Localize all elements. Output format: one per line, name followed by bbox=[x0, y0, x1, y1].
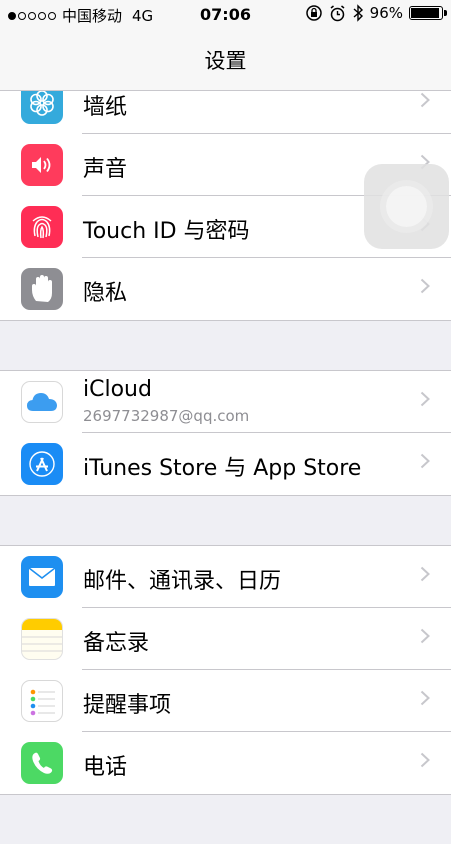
settings-row-reminders[interactable]: 提醒事项 bbox=[0, 670, 451, 732]
bluetooth-icon bbox=[353, 4, 363, 22]
icloud-icon bbox=[21, 381, 63, 423]
settings-row-label: 提醒事项 bbox=[83, 693, 172, 718]
settings-row-notes[interactable]: 备忘录 bbox=[0, 608, 451, 670]
mail-icon bbox=[21, 556, 63, 598]
chevron-right-icon bbox=[420, 690, 430, 706]
settings-row-label: 声音 bbox=[83, 157, 128, 182]
settings-row-label: iTunes Store 与 App Store bbox=[83, 456, 362, 481]
settings-row-itunes-app-store[interactable]: iTunes Store 与 App Store bbox=[0, 433, 451, 495]
settings-group-3: 邮件、通讯录、日历 备忘录 提醒事项 电话 bbox=[0, 545, 451, 795]
battery-icon bbox=[409, 6, 447, 20]
battery-percent: 96% bbox=[369, 4, 403, 22]
settings-row-label: 电话 bbox=[83, 755, 128, 780]
settings-row-label: 隐私 bbox=[83, 281, 128, 306]
rotation-lock-icon bbox=[305, 5, 322, 21]
fingerprint-icon bbox=[21, 206, 63, 248]
assistive-touch-button[interactable] bbox=[364, 164, 449, 249]
reminders-icon bbox=[21, 680, 63, 722]
settings-group-2: iCloud 2697732987@qq.com iTunes Store 与 … bbox=[0, 370, 451, 496]
chevron-right-icon bbox=[420, 391, 430, 407]
status-bar: 中国移动 4G 07:06 96% bbox=[0, 0, 451, 30]
status-right: 96% bbox=[305, 4, 447, 22]
page-title: 设置 bbox=[204, 49, 247, 73]
settings-row-label: iCloud bbox=[83, 377, 152, 402]
sound-icon bbox=[21, 144, 63, 186]
settings-row-label: Touch ID 与密码 bbox=[83, 219, 250, 244]
app-store-icon bbox=[21, 443, 63, 485]
settings-row-privacy[interactable]: 隐私 bbox=[0, 258, 451, 320]
privacy-hand-icon bbox=[21, 268, 63, 310]
notes-icon bbox=[21, 618, 63, 660]
icloud-account-email: 2697732987@qq.com bbox=[83, 407, 250, 425]
settings-row-phone[interactable]: 电话 bbox=[0, 732, 451, 794]
alarm-icon bbox=[330, 4, 345, 21]
chevron-right-icon bbox=[420, 566, 430, 582]
settings-row-label: 备忘录 bbox=[83, 631, 150, 656]
chevron-right-icon bbox=[420, 278, 430, 294]
settings-row-label: 邮件、通讯录、日历 bbox=[83, 569, 282, 594]
navigation-bar: 设置 bbox=[0, 30, 451, 91]
settings-row-icloud[interactable]: iCloud 2697732987@qq.com bbox=[0, 371, 451, 433]
chevron-right-icon bbox=[420, 628, 430, 644]
chevron-right-icon bbox=[420, 453, 430, 469]
phone-icon bbox=[21, 742, 63, 784]
settings-row-label: 墙纸 bbox=[83, 95, 128, 120]
chevron-right-icon bbox=[420, 752, 430, 768]
chevron-right-icon bbox=[420, 92, 430, 108]
settings-row-mail-contacts-calendars[interactable]: 邮件、通讯录、日历 bbox=[0, 546, 451, 608]
